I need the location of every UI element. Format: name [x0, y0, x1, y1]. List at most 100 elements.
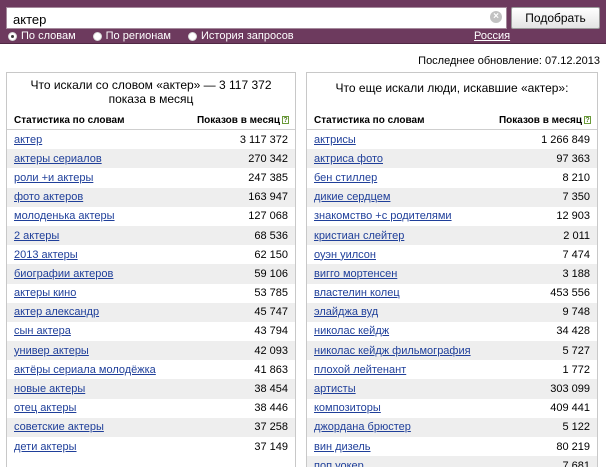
- table-row: вигго мортенсен 3 188: [307, 264, 597, 284]
- phrase-link[interactable]: дикие сердцем: [314, 191, 390, 203]
- shows-count: 45 747: [254, 306, 288, 319]
- table-row: роли +и актеры 247 385: [7, 168, 295, 187]
- table-row: новые актеры 38 454: [7, 379, 295, 399]
- mode-by-words[interactable]: По словам: [8, 30, 76, 42]
- shows-count: 409 441: [550, 402, 590, 415]
- search-input[interactable]: [6, 7, 507, 29]
- clear-icon[interactable]: ×: [490, 11, 502, 23]
- table-row: актриса фото 97 363: [307, 149, 597, 169]
- table-row: бен стиллер 8 210: [307, 168, 597, 187]
- shows-count: 43 794: [254, 325, 288, 338]
- phrase-link[interactable]: оуэн уилсон: [314, 249, 376, 261]
- table-row: актрисы 1 266 849: [307, 130, 597, 149]
- shows-count: 3 117 372: [239, 133, 288, 146]
- phrase-link[interactable]: 2 актеры: [14, 230, 59, 242]
- phrase-link[interactable]: артисты: [314, 383, 356, 395]
- shows-count: 53 785: [254, 287, 288, 300]
- phrase-link[interactable]: биографии актеров: [14, 268, 113, 280]
- phrase-link[interactable]: отец актеры: [14, 402, 76, 414]
- phrase-link[interactable]: актриса фото: [314, 153, 383, 165]
- radio-selected-icon[interactable]: [8, 31, 17, 41]
- table-row: фото актеров 163 947: [7, 187, 295, 207]
- phrase-link[interactable]: вин дизель: [314, 441, 371, 453]
- table-row: молоденька актеры 127 068: [7, 207, 295, 226]
- phrase-link[interactable]: новые актеры: [14, 383, 85, 395]
- shows-count: 453 556: [550, 287, 590, 300]
- radio-icon[interactable]: [92, 31, 102, 41]
- shows-count: 5 122: [562, 421, 590, 434]
- shows-count: 12 903: [556, 210, 590, 223]
- phrase-link[interactable]: актер александр: [14, 306, 99, 318]
- shows-count: 8 210: [562, 171, 590, 184]
- mode-label: По словам: [21, 30, 76, 42]
- phrase-link[interactable]: актер: [14, 134, 42, 146]
- shows-count: 34 428: [556, 325, 590, 338]
- phrase-link[interactable]: поп уокер: [314, 460, 364, 467]
- table-row: элайджа вуд 9 748: [307, 302, 597, 322]
- table-row: 2 актеры 68 536: [7, 225, 295, 246]
- phrase-link[interactable]: николас кейдж фильмография: [314, 345, 471, 357]
- mode-query-history[interactable]: История запросов: [188, 30, 294, 42]
- table-row: актер александр 45 747: [7, 302, 295, 322]
- word-list: актрисы 1 266 849 актриса фото 97 363 бен ст…: [307, 130, 597, 467]
- shows-count: 9 748: [562, 306, 590, 319]
- phrase-link[interactable]: советские актеры: [14, 421, 104, 433]
- phrase-link[interactable]: актрисы: [314, 134, 356, 146]
- phrase-link[interactable]: николас кейдж: [314, 325, 389, 337]
- phrase-link[interactable]: бен стиллер: [314, 172, 377, 184]
- shows-count: 2 011: [563, 229, 590, 242]
- phrase-link[interactable]: роли +и актеры: [14, 172, 93, 184]
- panel-title: Что искали со словом «актер» — 3 117 372…: [30, 78, 272, 106]
- also-searched-panel: Что еще искали люди, искавшие «актер»: С…: [306, 72, 598, 467]
- word-list: актер 3 117 372 актеры сериалов 270 342 роли…: [7, 130, 295, 456]
- shows-count: 1 772: [562, 363, 590, 376]
- phrase-link[interactable]: актеры кино: [14, 287, 76, 299]
- table-row: артисты 303 099: [307, 379, 597, 399]
- phrase-link[interactable]: элайджа вуд: [314, 306, 378, 318]
- mode-label: По регионам: [105, 30, 171, 42]
- table-row: знакомство +с родителями 12 903: [307, 207, 597, 226]
- shows-count: 38 454: [254, 383, 288, 396]
- table-row: сын актера 43 794: [7, 322, 295, 341]
- column-header-shows: Показов в месяц?: [196, 115, 289, 126]
- submit-button[interactable]: Подобрать: [511, 7, 600, 29]
- mode-by-regions[interactable]: По регионам: [92, 30, 171, 42]
- shows-count: 3 188: [562, 267, 590, 280]
- phrase-link[interactable]: 2013 актеры: [14, 249, 78, 261]
- table-header: Статистика по словам Показов в месяц?: [7, 111, 295, 130]
- shows-count: 7 350: [562, 191, 590, 204]
- help-icon[interactable]: ?: [282, 116, 289, 124]
- phrase-link[interactable]: плохой лейтенант: [314, 364, 406, 376]
- phrase-link[interactable]: универ актеры: [14, 345, 89, 357]
- table-row: властелин колец 453 556: [307, 284, 597, 303]
- phrase-link[interactable]: актеры сериалов: [14, 153, 102, 165]
- shows-count: 68 536: [254, 229, 288, 242]
- search-mode-group: По словам По регионам История запросов: [8, 29, 311, 43]
- phrase-link[interactable]: композиторы: [314, 402, 381, 414]
- phrase-link[interactable]: знакомство +с родителями: [314, 210, 452, 222]
- phrase-link[interactable]: сын актера: [14, 325, 71, 337]
- phrase-link[interactable]: вигго мортенсен: [314, 268, 397, 280]
- shows-count: 127 068: [248, 210, 288, 223]
- phrase-link[interactable]: актёры сериала молодёжка: [14, 364, 156, 376]
- phrase-link[interactable]: дети актеры: [14, 441, 77, 453]
- shows-count: 163 947: [248, 191, 288, 204]
- table-row: дети актеры 37 149: [7, 437, 295, 456]
- panel-title: Что еще искали люди, искавшие «актер»:: [335, 81, 569, 95]
- region-link[interactable]: Россия: [474, 30, 510, 42]
- table-header: Статистика по словам Показов в месяц?: [307, 111, 597, 130]
- column-header-stat: Статистика по словам: [314, 115, 425, 126]
- table-row: универ актеры 42 093: [7, 341, 295, 361]
- phrase-link[interactable]: молоденька актеры: [14, 210, 115, 222]
- shows-count: 7 681: [562, 459, 590, 467]
- phrase-link[interactable]: властелин колец: [314, 287, 400, 299]
- help-icon[interactable]: ?: [584, 116, 591, 124]
- shows-count: 303 099: [550, 383, 590, 396]
- radio-icon[interactable]: [188, 31, 197, 41]
- shows-count: 1 266 849: [541, 133, 590, 146]
- phrase-link[interactable]: фото актеров: [14, 191, 83, 203]
- phrase-link[interactable]: джордана брюстер: [314, 421, 411, 433]
- table-row: актер 3 117 372: [7, 130, 295, 149]
- phrase-link[interactable]: кристиан слейтер: [314, 230, 404, 242]
- table-row: актеры сериалов 270 342: [7, 149, 295, 169]
